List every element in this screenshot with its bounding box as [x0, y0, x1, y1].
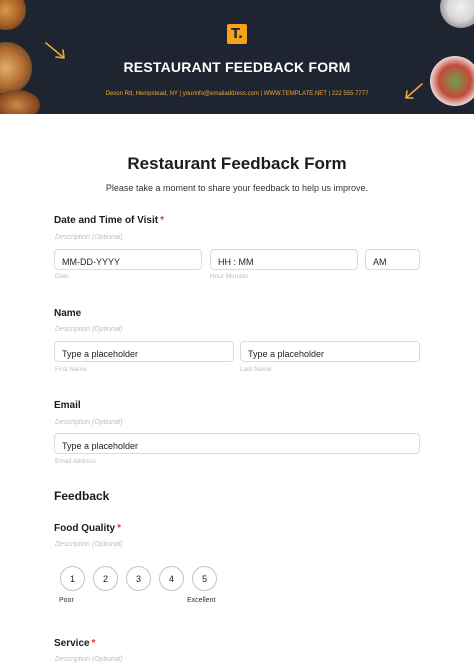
email-input[interactable]: Type a placeholder [54, 433, 420, 454]
form-subtitle: Please take a moment to share your feedb… [105, 183, 369, 193]
service-label: Service * [54, 638, 96, 649]
email-description: Description (Optional) [55, 419, 123, 426]
banner-title: RESTAURANT FEEDBACK FORM [123, 59, 351, 75]
food-quality-label: Food Quality * [54, 523, 122, 534]
rating-option-1[interactable]: 1 [60, 566, 85, 591]
rating-option-5[interactable]: 5 [192, 566, 217, 591]
last-name-hint: Last Name [240, 366, 272, 373]
brand-logo: T. [227, 24, 247, 44]
rating-option-2[interactable]: 2 [93, 566, 118, 591]
name-label: Name [54, 308, 82, 319]
last-name-input[interactable]: Type a placeholder [240, 341, 420, 362]
food-dish-image [0, 0, 26, 30]
header-banner: T. RESTAURANT FEEDBACK FORM Devon Rd, He… [0, 0, 474, 114]
visit-description: Description (Optional) [55, 234, 123, 241]
date-hint: Date [55, 273, 69, 280]
service-description: Description (Optional) [55, 656, 123, 663]
rating-high-label: Excellent [187, 597, 216, 604]
required-mark: * [160, 215, 165, 226]
rating-option-3[interactable]: 3 [126, 566, 151, 591]
email-label: Email [54, 400, 81, 411]
email-hint: Email Address [55, 458, 97, 465]
form-title: Restaurant Feedback Form [127, 154, 347, 173]
rating-low-label: Poor [59, 597, 74, 604]
ampm-select[interactable]: AM [365, 249, 420, 270]
rating-option-4[interactable]: 4 [159, 566, 184, 591]
required-mark: * [117, 523, 122, 534]
required-mark: * [91, 638, 96, 649]
feedback-section-heading: Feedback [54, 489, 110, 503]
first-name-hint: First Name [55, 366, 87, 373]
food-dish-image [440, 0, 474, 28]
time-hint: Hour Minutes [210, 273, 249, 280]
food-quality-description: Description (Optional) [55, 541, 123, 548]
visit-datetime-label: Date and Time of Visit * [54, 215, 165, 226]
visit-date-input[interactable]: MM-DD-YYYY [54, 249, 202, 270]
name-description: Description (Optional) [55, 326, 123, 333]
visit-time-input[interactable]: HH : MM [210, 249, 358, 270]
first-name-input[interactable]: Type a placeholder [54, 341, 234, 362]
banner-contact-info: Devon Rd, Hempstead, NY | yourinfo@email… [105, 91, 369, 97]
